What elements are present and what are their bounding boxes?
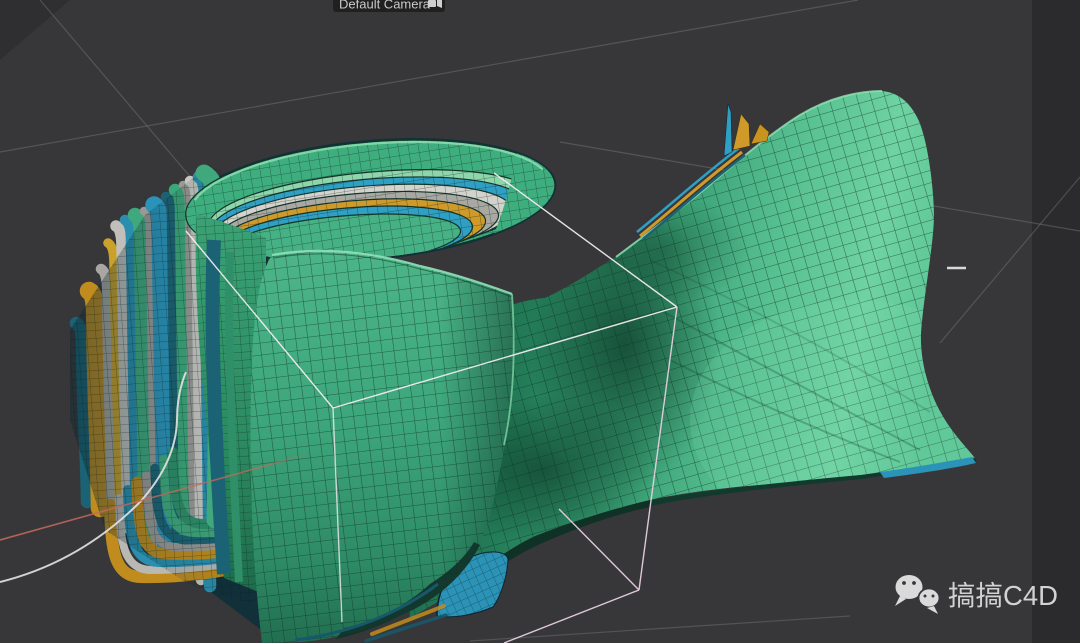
svg-text:搞搞C4D: 搞搞C4D [948,580,1058,611]
svg-text:Default Camera: Default Camera [339,0,431,12]
